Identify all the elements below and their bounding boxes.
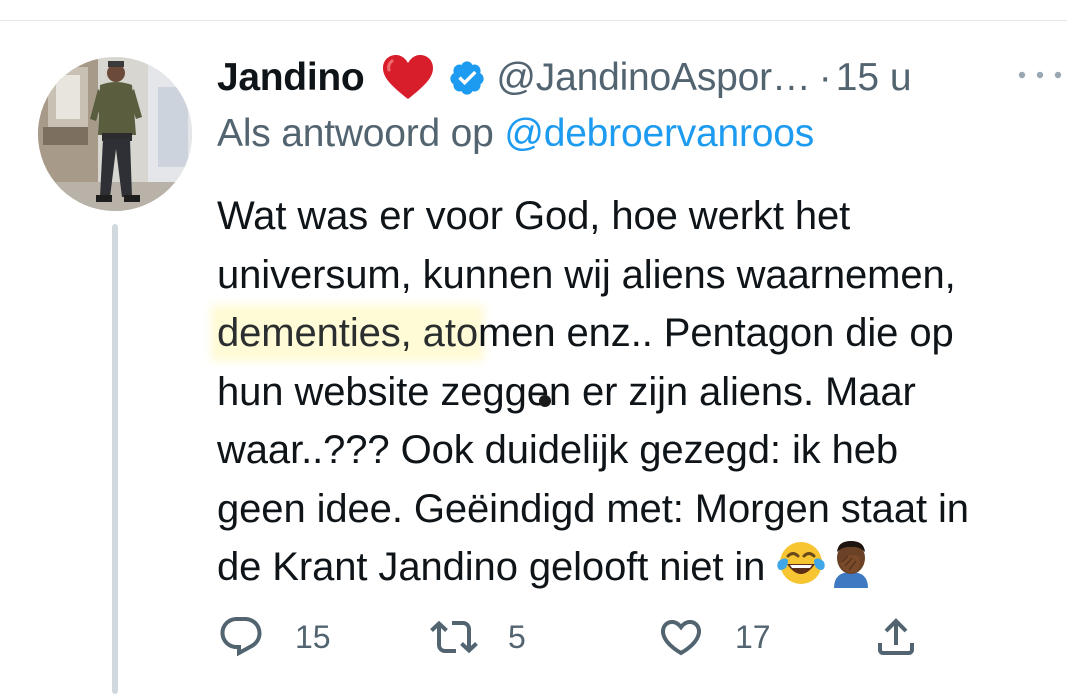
tweet-actions: 15 5 17 (217, 610, 937, 664)
retweet-icon (430, 620, 478, 654)
facepalm-emoji (826, 538, 876, 588)
screen-smudge (539, 395, 551, 407)
tweet-text-line: dementies, atomen enz.. Pentagon die op (217, 304, 1067, 363)
avatar-photo (38, 57, 192, 211)
tears-of-joy-emoji (776, 538, 826, 588)
tweet-text-segment: de Krant Jandino gelooft niet in (217, 545, 766, 589)
tweet-text-line: waar..??? Ook duidelijk gezegd: ik heb (217, 428, 899, 472)
header-separator: · (818, 56, 832, 99)
like-count: 17 (735, 618, 771, 655)
verified-badge-icon[interactable] (448, 59, 486, 97)
tweet-text-line: hun website zeggen er zijn aliens. Maar (217, 369, 916, 414)
tweet-text-line: universum, kunnen wij aliens waarnemen, (217, 252, 956, 297)
heart-icon (660, 620, 702, 656)
retweet-button[interactable]: 5 (430, 610, 526, 664)
highlighted-text: dementies, ato (217, 311, 478, 355)
reply-prefix: Als antwoord op (217, 112, 494, 155)
like-button[interactable]: 17 (657, 610, 771, 664)
share-icon (878, 618, 914, 655)
reply-icon (220, 617, 262, 657)
tweet-text-line: de Krant Jandino gelooft niet in (217, 538, 1067, 597)
avatar[interactable] (38, 57, 192, 211)
tweet-text-segment: men enz.. Pentagon die op (477, 311, 954, 355)
author-handle[interactable]: @JandinoAspor… (496, 56, 810, 100)
author-name[interactable]: Jandino (217, 56, 365, 100)
reply-context: Als antwoord op @debroervanroos (217, 112, 814, 156)
red-heart-icon (382, 55, 434, 101)
reply-count: 15 (295, 618, 331, 655)
thread-line (112, 224, 118, 694)
reply-button[interactable]: 15 (217, 610, 331, 664)
top-divider (0, 20, 1067, 21)
reply-mention-link[interactable]: @debroervanroos (504, 112, 814, 155)
share-button[interactable] (872, 610, 920, 664)
tweet-text-line: geen idee. Geëindigd met: Morgen staat i… (217, 486, 969, 531)
more-options-icon[interactable] (1016, 60, 1064, 90)
tweet-timestamp[interactable]: 15 u (836, 56, 912, 100)
retweet-count: 5 (508, 618, 526, 655)
tweet-header: Jandino @JandinoAspor… · 15 u (217, 50, 912, 106)
tweet-text: Wat was er voor God, hoe werkt het unive… (217, 187, 1067, 597)
tweet-text-line: Wat was er voor God, hoe werkt het (217, 194, 851, 238)
